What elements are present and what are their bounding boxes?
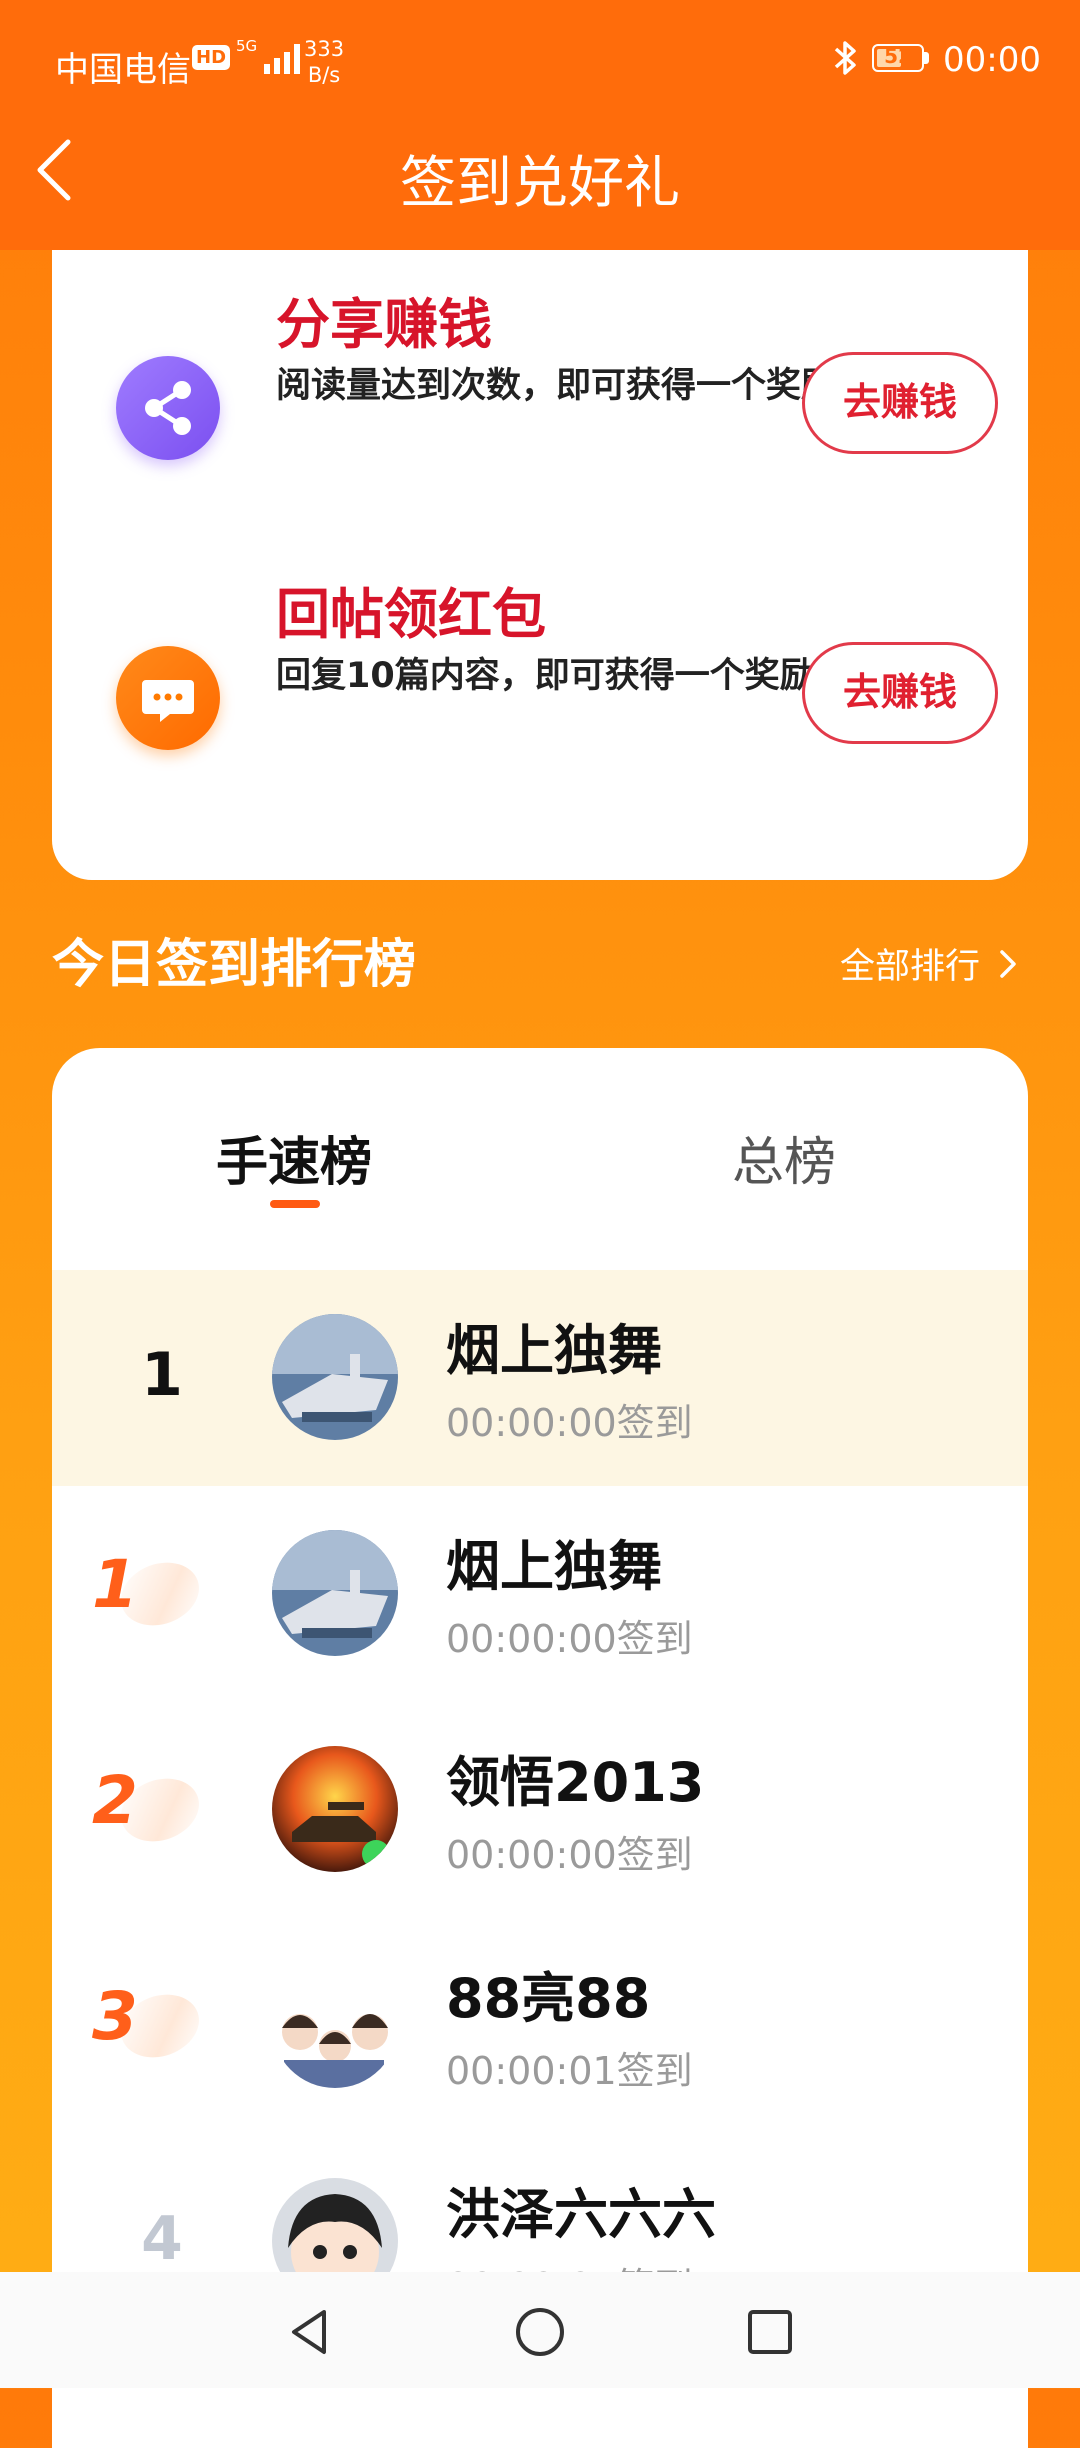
comment-icon <box>116 646 220 750</box>
hd-badge: HD <box>192 45 231 70</box>
tab-total-ranking[interactable]: 总榜 <box>732 1120 836 1195</box>
task-description: 阅读量达到次数，即可获得一个奖励 <box>276 366 837 406</box>
rank-number: 4 <box>141 2204 183 2274</box>
all-ranking-link[interactable]: 全部排行 <box>840 938 980 989</box>
page-title: 签到兑好礼 <box>400 151 680 216</box>
battery-tip <box>924 52 929 64</box>
sign-in-time: 00:00:00签到 <box>446 1833 693 1877</box>
task-description: 回复10篇内容，即可获得一个奖励 <box>276 656 815 696</box>
bluetooth-icon <box>834 41 856 75</box>
rank-badge: 1 <box>80 1534 220 1654</box>
user-name: 洪泽六六六 <box>446 2183 716 2246</box>
rank-number: 3 <box>92 1978 138 2055</box>
user-name: 88亮88 <box>446 1967 651 2030</box>
sign-in-time: 00:00:00签到 <box>446 1401 693 1445</box>
my-rank-row[interactable]: 1 烟上独舞 00:00:00签到 <box>52 1270 1028 1486</box>
status-bar: 中国电信 HD 5G 333 B/s 52 00:00 <box>0 0 1080 120</box>
network-type: 5G <box>236 37 258 55</box>
avatar[interactable] <box>272 1746 398 1872</box>
rank-number: 2 <box>92 1762 138 1839</box>
rank-badge: 2 <box>80 1750 220 1870</box>
chevron-right-icon[interactable] <box>996 944 1020 984</box>
earn-button-share[interactable]: 去赚钱 <box>802 352 998 454</box>
task-title: 分享赚钱 <box>276 293 492 356</box>
user-name: 烟上独舞 <box>446 1535 662 1598</box>
task-title: 回帖领红包 <box>276 583 546 646</box>
earn-button-reply[interactable]: 去赚钱 <box>802 642 998 744</box>
app-header: 中国电信 HD 5G 333 B/s 52 00:00 签到兑好礼 <box>0 0 1080 250</box>
speed-value: 333 <box>304 37 345 61</box>
table-row[interactable]: 3 88亮88 00:00:01签到 <box>52 1918 1028 2134</box>
avatar[interactable] <box>272 1314 398 1440</box>
avatar[interactable] <box>272 1530 398 1656</box>
carrier-name: 中国电信 <box>55 50 191 90</box>
rank-badge: 3 <box>80 1966 220 2086</box>
task-item-share: 分享赚钱 阅读量达到次数，即可获得一个奖励 去赚钱 <box>52 290 1028 530</box>
system-nav-bar <box>0 2272 1080 2388</box>
ranking-title: 今日签到排行榜 <box>52 935 417 995</box>
active-tab-indicator <box>270 1200 320 1208</box>
share-icon <box>116 356 220 460</box>
clock: 00:00 <box>943 40 1041 80</box>
network-speed: 333 B/s <box>304 36 344 88</box>
avatar[interactable] <box>272 1962 398 2088</box>
sign-in-time: 00:00:01签到 <box>446 2049 693 2093</box>
task-item-reply: 回帖领红包 回复10篇内容，即可获得一个奖励 去赚钱 <box>52 580 1028 820</box>
rank-number: 1 <box>141 1340 183 1410</box>
user-name: 领悟2013 <box>446 1751 705 1814</box>
signal-icon <box>264 44 300 74</box>
battery-icon: 52 <box>872 44 924 72</box>
speed-unit: B/s <box>307 63 341 87</box>
table-row[interactable]: 1 烟上独舞 00:00:00签到 <box>52 1486 1028 1702</box>
ranking-card: 手速榜 总榜 1 烟上独舞 00:00:00签到 1 烟上独舞 00:00:00… <box>52 1048 1028 2448</box>
tab-speed-ranking[interactable]: 手速榜 <box>216 1120 372 1195</box>
user-name: 烟上独舞 <box>446 1319 662 1382</box>
rank-number: 1 <box>92 1546 138 1623</box>
sign-in-time: 00:00:00签到 <box>446 1617 693 1661</box>
nav-recents-icon[interactable] <box>740 2302 800 2362</box>
table-row[interactable]: 2 领悟2013 00:00:00签到 <box>52 1702 1028 1918</box>
battery-level: 52 <box>884 44 912 68</box>
task-card: 分享赚钱 阅读量达到次数，即可获得一个奖励 去赚钱 回帖领红包 回复10篇内容，… <box>52 250 1028 880</box>
nav-back-icon[interactable] <box>280 2302 340 2362</box>
nav-home-icon[interactable] <box>510 2302 570 2362</box>
